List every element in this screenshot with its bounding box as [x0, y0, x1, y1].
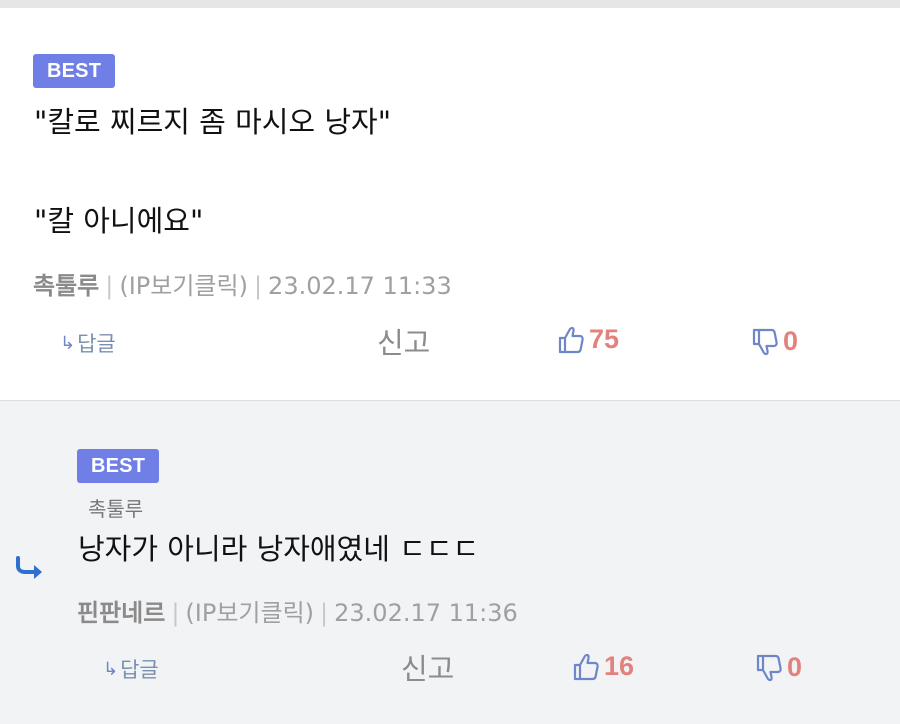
reply-button[interactable]: ↳ 답글 — [103, 654, 159, 684]
reply-label: 답글 — [120, 658, 159, 682]
dislike-count: 0 — [783, 326, 799, 356]
best-badge: BEST — [33, 54, 116, 88]
like-button[interactable]: 16 — [572, 651, 634, 682]
comment-text-line: 낭자가 아니라 낭자애였네 ㄷㄷㄷ — [78, 532, 480, 566]
meta-separator: | — [253, 272, 263, 300]
comment-date: 23.02.17 11:36 — [334, 599, 518, 627]
report-button[interactable]: 신고 — [401, 646, 454, 688]
comment-text-line: "칼로 찌르지 좀 마시오 낭자" — [34, 105, 392, 139]
best-badge: BEST — [77, 449, 160, 483]
comment-best-1: BEST "칼로 찌르지 좀 마시오 낭자" "칼 아니에요" 촉툴루 | (IP보… — [0, 8, 900, 400]
comment-text-line: "칼 아니에요" — [34, 204, 204, 238]
comment-date: 23.02.17 11:33 — [268, 272, 452, 300]
author-name[interactable]: 핀판네르 — [77, 599, 165, 627]
comment-meta: 핀판네르 | (IP보기클릭) | 23.02.17 11:36 — [77, 593, 518, 628]
like-count: 16 — [604, 651, 635, 681]
thumbs-down-icon — [752, 328, 778, 355]
top-divider — [0, 0, 900, 8]
reply-button[interactable]: ↳ 답글 — [60, 328, 116, 358]
dislike-button[interactable]: 0 — [751, 326, 798, 357]
ip-view-link[interactable]: (IP보기클릭) — [119, 272, 248, 300]
meta-separator: | — [320, 599, 329, 627]
reply-arrow-icon: ↳ — [103, 658, 119, 680]
meta-separator: | — [171, 599, 180, 627]
like-button[interactable]: 75 — [557, 324, 619, 355]
dislike-count: 0 — [787, 652, 803, 682]
meta-separator: | — [105, 272, 114, 300]
thumbs-down-icon — [756, 654, 782, 681]
reply-arrow-icon: ↳ — [60, 332, 76, 354]
nested-reply-icon — [16, 556, 42, 579]
reply-target-author: 촉툴루 — [88, 497, 144, 521]
reply-label: 답글 — [77, 332, 116, 356]
comment-best-2-reply: BEST 촉툴루 낭자가 아니라 낭자애였네 ㄷㄷㄷ 핀판네르 | (IP보기클릭)… — [0, 400, 900, 724]
dislike-button[interactable]: 0 — [755, 652, 802, 683]
thumbs-up-icon — [573, 653, 599, 680]
like-count: 75 — [589, 324, 620, 354]
thumbs-up-icon — [558, 326, 584, 353]
report-button[interactable]: 신고 — [377, 320, 430, 362]
ip-view-link[interactable]: (IP보기클릭) — [185, 599, 314, 627]
comment-meta: 촉툴루 | (IP보기클릭) | 23.02.17 11:33 — [33, 266, 452, 301]
author-name[interactable]: 촉툴루 — [33, 272, 99, 300]
